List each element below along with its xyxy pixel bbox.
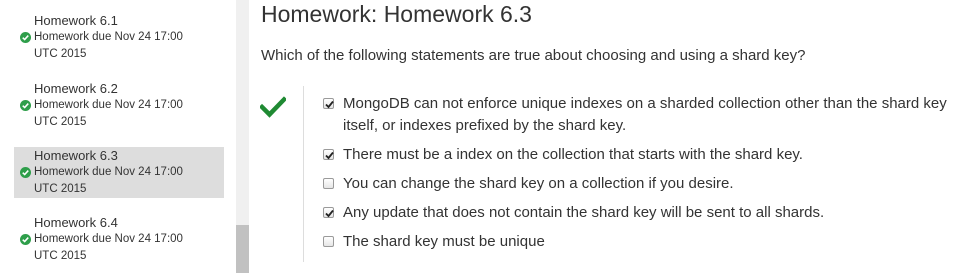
sidebar-item-homework-6-3[interactable]: Homework 6.3 Homework due Nov 24 17:00 U… bbox=[14, 147, 224, 198]
sidebar-item-due: Homework due Nov 24 17:00 bbox=[20, 231, 224, 248]
answer-divider bbox=[303, 86, 304, 262]
sidebar-item-homework-6-4[interactable]: Homework 6.4 Homework due Nov 24 17:00 U… bbox=[14, 214, 224, 265]
checkbox-check-icon bbox=[325, 209, 334, 218]
check-circle-icon bbox=[20, 167, 31, 178]
sidebar-item-due-text: Homework due Nov 24 17:00 bbox=[34, 99, 183, 111]
sidebar-item-homework-6-1[interactable]: Homework 6.1 Homework due Nov 24 17:00 U… bbox=[14, 12, 224, 63]
sidebar-item-due: Homework due Nov 24 17:00 bbox=[20, 164, 224, 181]
answer-option-label: There must be a index on the collection … bbox=[343, 146, 803, 163]
sidebar-item-due-text: Homework due Nov 24 17:00 bbox=[34, 233, 183, 245]
question-text: Which of the following statements are tr… bbox=[261, 47, 806, 64]
checkbox[interactable] bbox=[323, 149, 334, 160]
checkbox[interactable] bbox=[323, 98, 334, 109]
sidebar-item-timezone: UTC 2015 bbox=[34, 183, 87, 195]
check-circle-icon bbox=[20, 234, 31, 245]
answer-option[interactable]: MongoDB can not enforce unique indexes o… bbox=[322, 93, 952, 137]
answer-option[interactable]: There must be a index on the collection … bbox=[322, 144, 952, 166]
sidebar-item-title: Homework 6.1 bbox=[34, 13, 118, 28]
checkbox-check-icon bbox=[325, 100, 334, 109]
sidebar-item-title: Homework 6.4 bbox=[34, 215, 118, 230]
sidebar-item-timezone: UTC 2015 bbox=[34, 250, 87, 262]
page: Homework 6.1 Homework due Nov 24 17:00 U… bbox=[0, 0, 979, 273]
check-circle-icon bbox=[20, 100, 31, 111]
sidebar-item-title: Homework 6.3 bbox=[34, 148, 118, 163]
sidebar-item-due-text: Homework due Nov 24 17:00 bbox=[34, 166, 183, 178]
answer-option-label: MongoDB can not enforce unique indexes o… bbox=[343, 95, 947, 134]
checkbox[interactable] bbox=[323, 236, 334, 247]
sidebar-item-due: Homework due Nov 24 17:00 bbox=[20, 97, 224, 114]
sidebar-item-due: Homework due Nov 24 17:00 bbox=[20, 29, 224, 46]
page-title: Homework: Homework 6.3 bbox=[261, 1, 532, 27]
answer-option-label: The shard key must be unique bbox=[343, 233, 545, 250]
sidebar-item-timezone: UTC 2015 bbox=[34, 116, 87, 128]
sidebar-item-timezone: UTC 2015 bbox=[34, 48, 87, 60]
check-circle-icon bbox=[20, 32, 31, 43]
sidebar-item-due-text: Homework due Nov 24 17:00 bbox=[34, 31, 183, 43]
checkbox-check-icon bbox=[325, 151, 334, 160]
answer-option[interactable]: Any update that does not contain the sha… bbox=[322, 202, 952, 224]
sidebar-item-homework-6-2[interactable]: Homework 6.2 Homework due Nov 24 17:00 U… bbox=[14, 80, 224, 131]
sidebar-scrollbar-thumb[interactable] bbox=[236, 225, 249, 273]
answer-option[interactable]: You can change the shard key on a collec… bbox=[322, 173, 952, 195]
checkbox[interactable] bbox=[323, 207, 334, 218]
checkmark-icon bbox=[260, 96, 286, 118]
sidebar: Homework 6.1 Homework due Nov 24 17:00 U… bbox=[0, 0, 236, 273]
answer-options: MongoDB can not enforce unique indexes o… bbox=[322, 93, 952, 260]
main-content: Homework: Homework 6.3 Which of the foll… bbox=[249, 0, 979, 273]
answer-option-label: You can change the shard key on a collec… bbox=[343, 175, 734, 192]
answer-option-label: Any update that does not contain the sha… bbox=[343, 204, 825, 221]
answer-option[interactable]: The shard key must be unique bbox=[322, 231, 952, 253]
sidebar-item-title: Homework 6.2 bbox=[34, 81, 118, 96]
checkbox[interactable] bbox=[323, 178, 334, 189]
